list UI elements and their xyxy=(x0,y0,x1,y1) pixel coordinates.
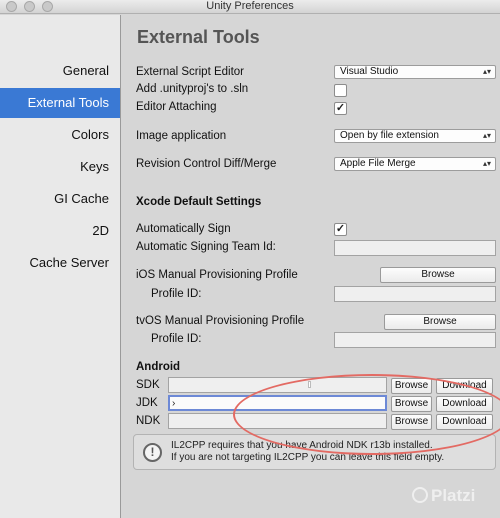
external-script-editor-label: External Script Editor xyxy=(136,66,245,78)
team-id-field[interactable] xyxy=(334,240,496,256)
sidebar-item-2d[interactable]: 2D xyxy=(0,216,120,246)
dropdown-value: Open by file extension xyxy=(340,130,439,141)
preferences-panel: External Tools External Script Editor Vi… xyxy=(122,15,500,518)
window-titlebar: Unity Preferences xyxy=(0,0,500,14)
revision-control-label: Revision Control Diff/Merge xyxy=(136,158,277,170)
checkmark-icon: ✓ xyxy=(335,102,346,114)
window-title: Unity Preferences xyxy=(206,0,294,12)
add-unityproj-label: Add .unityproj's to .sln xyxy=(136,83,249,95)
page-title: External Tools xyxy=(137,27,260,47)
editor-attaching-label: Editor Attaching xyxy=(136,101,217,113)
android-section-heading: Android xyxy=(136,361,181,373)
team-id-label: Automatic Signing Team Id: xyxy=(136,241,276,253)
checkmark-icon: ✓ xyxy=(335,223,346,235)
ios-profile-id-field[interactable] xyxy=(334,286,496,302)
dropdown-value: Visual Studio xyxy=(340,66,399,77)
tvos-profile-label: tvOS Manual Provisioning Profile xyxy=(136,315,305,327)
ios-profile-label: iOS Manual Provisioning Profile xyxy=(136,269,298,281)
text-cursor-icon: › xyxy=(172,398,176,409)
external-script-editor-dropdown[interactable]: Visual Studio ▴▾ xyxy=(334,65,496,79)
up-down-arrows-icon: ▴▾ xyxy=(482,67,491,76)
image-application-dropdown[interactable]: Open by file extension ▴▾ xyxy=(334,129,496,143)
dropdown-value: Apple File Merge xyxy=(340,158,416,169)
ios-profile-id-label: Profile ID: xyxy=(151,288,202,300)
sidebar-item-general[interactable]: General xyxy=(0,56,120,86)
ndk-label: NDK xyxy=(136,415,161,427)
jdk-label: JDK xyxy=(136,397,158,409)
xcode-section-heading: Xcode Default Settings xyxy=(136,196,262,208)
tvos-profile-browse-button[interactable]: Browse xyxy=(384,314,496,330)
sdk-label: SDK xyxy=(136,379,160,391)
platzi-logo-icon xyxy=(412,487,428,503)
red-highlight-ellipse xyxy=(233,374,500,455)
sidebar-item-external-tools[interactable]: External Tools xyxy=(0,88,120,118)
sidebar-item-gi-cache[interactable]: GI Cache xyxy=(0,184,120,214)
up-down-arrows-icon: ▴▾ xyxy=(482,131,491,140)
platzi-watermark: Platzi xyxy=(412,486,475,506)
sidebar-item-cache-server[interactable]: Cache Server xyxy=(0,248,120,278)
watermark-text: Platzi xyxy=(431,486,476,505)
tvos-profile-id-label: Profile ID: xyxy=(151,333,202,345)
up-down-arrows-icon: ▴▾ xyxy=(482,159,491,168)
ios-profile-browse-button[interactable]: Browse xyxy=(380,267,496,283)
sidebar-item-colors[interactable]: Colors xyxy=(0,120,120,150)
add-unityproj-checkbox[interactable] xyxy=(334,84,347,97)
automatically-sign-checkbox[interactable]: ✓ xyxy=(334,223,347,236)
revision-control-dropdown[interactable]: Apple File Merge ▴▾ xyxy=(334,157,496,171)
automatically-sign-label: Automatically Sign xyxy=(136,223,231,235)
image-application-label: Image application xyxy=(136,130,227,142)
tvos-profile-id-field[interactable] xyxy=(334,332,496,348)
exclamation-circle-icon: ! xyxy=(143,443,162,462)
sidebar: General External Tools Colors Keys GI Ca… xyxy=(0,15,121,518)
editor-attaching-checkbox[interactable]: ✓ xyxy=(334,102,347,115)
sidebar-item-keys[interactable]: Keys xyxy=(0,152,120,182)
